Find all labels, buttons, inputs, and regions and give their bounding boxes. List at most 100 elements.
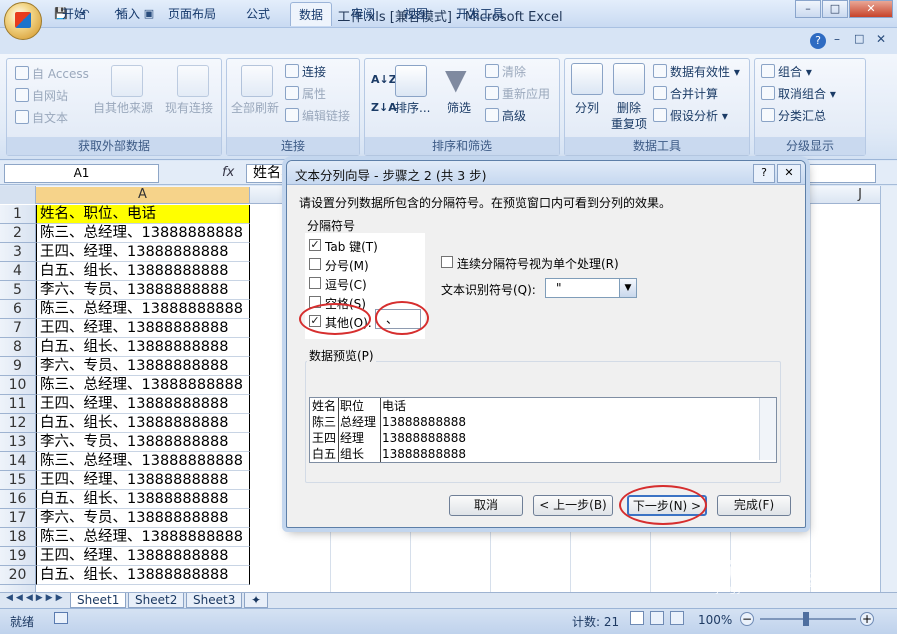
sort-button[interactable]: 排序... bbox=[395, 99, 430, 116]
row-header[interactable]: 2 bbox=[0, 224, 36, 243]
column-header-j[interactable]: J bbox=[850, 187, 870, 203]
ungroup-button[interactable]: 取消组合 ▾ bbox=[761, 85, 836, 102]
other-sources-button[interactable]: 自其他来源 bbox=[93, 99, 153, 116]
row-header[interactable]: 17 bbox=[0, 509, 36, 528]
row-header[interactable]: 7 bbox=[0, 319, 36, 338]
row-header[interactable]: 8 bbox=[0, 338, 36, 357]
sheet-nav-icons[interactable]: ◀◀◀▶▶▶ bbox=[6, 593, 66, 603]
other-delimiter-input[interactable]: 、 bbox=[375, 309, 421, 329]
sort-asc-icon[interactable]: A↓Z bbox=[371, 73, 397, 86]
ribbon-close-icon[interactable]: ✕ bbox=[876, 32, 886, 46]
row-header[interactable]: 13 bbox=[0, 433, 36, 452]
next-button[interactable]: 下一步(N) > bbox=[627, 495, 707, 516]
cell-a[interactable]: 王四、经理、13888888888 bbox=[36, 471, 250, 490]
cell-a[interactable]: 李六、专员、13888888888 bbox=[36, 509, 250, 528]
remove-duplicates-button[interactable]: 删除 bbox=[617, 99, 641, 116]
chevron-down-icon[interactable]: ▼ bbox=[619, 279, 636, 297]
row-header[interactable]: 1 bbox=[0, 205, 36, 224]
ribbon-restore-icon[interactable]: □ bbox=[854, 32, 864, 45]
cell-a[interactable]: 白五、组长、13888888888 bbox=[36, 566, 250, 585]
preview-scrollbar[interactable] bbox=[759, 398, 776, 460]
cell-a[interactable]: 陈三、总经理、13888888888 bbox=[36, 224, 250, 243]
page-break-view-icon[interactable] bbox=[670, 611, 684, 625]
zoom-level[interactable]: 100% bbox=[698, 613, 732, 627]
maximize-button[interactable]: □ bbox=[822, 0, 848, 18]
cell-a[interactable]: 陈三、总经理、13888888888 bbox=[36, 452, 250, 471]
refresh-all-button[interactable]: 全部刷新 bbox=[231, 99, 279, 116]
zoom-out-icon[interactable]: − bbox=[740, 612, 754, 626]
group-button[interactable]: 组合 ▾ bbox=[761, 63, 812, 80]
data-preview[interactable]: 姓名 职位 电话 陈三 总经理 13888888888 王四 经理 13888888888 白五组… bbox=[309, 397, 777, 463]
finish-button[interactable]: 完成(F) bbox=[717, 495, 791, 516]
cell-a[interactable]: 白五、组长、13888888888 bbox=[36, 490, 250, 509]
minimize-button[interactable]: – bbox=[795, 0, 821, 18]
sheet-tab-3[interactable]: Sheet3 bbox=[186, 593, 243, 608]
row-header[interactable]: 4 bbox=[0, 262, 36, 281]
select-all-corner[interactable] bbox=[0, 186, 36, 204]
vertical-scrollbar[interactable] bbox=[880, 186, 897, 592]
cell-a[interactable]: 陈三、总经理、13888888888 bbox=[36, 300, 250, 319]
back-button[interactable]: < 上一步(B) bbox=[533, 495, 613, 516]
row-header[interactable]: 3 bbox=[0, 243, 36, 262]
cell-a[interactable]: 李六、专员、13888888888 bbox=[36, 433, 250, 452]
cell-a[interactable]: 李六、专员、13888888888 bbox=[36, 281, 250, 300]
row-header[interactable]: 15 bbox=[0, 471, 36, 490]
qualifier-select[interactable]: " ▼ bbox=[545, 278, 637, 298]
text-to-columns-button[interactable]: 分列 bbox=[575, 99, 599, 116]
connections-button[interactable]: 连接 bbox=[285, 63, 326, 80]
cell-a[interactable]: 姓名、职位、电话 bbox=[36, 205, 250, 224]
close-button[interactable]: ✕ bbox=[849, 0, 893, 18]
close-icon[interactable]: ✕ bbox=[777, 164, 801, 183]
row-header[interactable]: 14 bbox=[0, 452, 36, 471]
row-header[interactable]: 20 bbox=[0, 566, 36, 585]
tab-formulas[interactable]: 公式 bbox=[238, 2, 278, 26]
fx-icon[interactable]: fx bbox=[222, 163, 242, 183]
tab-page-layout[interactable]: 页面布局 bbox=[160, 2, 224, 26]
cell-a[interactable]: 白五、组长、13888888888 bbox=[36, 414, 250, 433]
row-header[interactable]: 16 bbox=[0, 490, 36, 509]
tab-view[interactable]: 视图 bbox=[396, 2, 436, 26]
reapply-button[interactable]: 重新应用 bbox=[485, 85, 550, 102]
sort-desc-icon[interactable]: Z↓A bbox=[371, 101, 397, 114]
cell-a[interactable]: 陈三、总经理、13888888888 bbox=[36, 528, 250, 547]
data-validation-button[interactable]: 数据有效性 ▾ bbox=[653, 63, 740, 80]
row-header[interactable]: 19 bbox=[0, 547, 36, 566]
subtotal-button[interactable]: 分类汇总 bbox=[761, 107, 826, 124]
help-icon[interactable]: ? bbox=[810, 33, 826, 49]
page-layout-view-icon[interactable] bbox=[650, 611, 664, 625]
tab-checkbox[interactable]: ✓ bbox=[309, 239, 321, 251]
zoom-slider-thumb[interactable] bbox=[803, 612, 809, 626]
consolidate-button[interactable]: 合并计算 bbox=[653, 85, 718, 102]
cell-a[interactable]: 陈三、总经理、13888888888 bbox=[36, 376, 250, 395]
sheet-tab-2[interactable]: Sheet2 bbox=[128, 593, 185, 608]
cancel-button[interactable]: 取消 bbox=[449, 495, 523, 516]
zoom-in-icon[interactable]: + bbox=[860, 612, 874, 626]
edit-links-button[interactable]: 编辑链接 bbox=[285, 107, 350, 124]
cell-a[interactable]: 王四、经理、13888888888 bbox=[36, 319, 250, 338]
consecutive-checkbox[interactable] bbox=[441, 256, 453, 268]
column-header-a[interactable]: A bbox=[36, 187, 250, 203]
tab-developer[interactable]: 开发工具 bbox=[448, 2, 512, 26]
help-icon[interactable]: ? bbox=[753, 164, 775, 183]
normal-view-icon[interactable] bbox=[630, 611, 644, 625]
ribbon-minimize-icon[interactable]: – bbox=[834, 32, 840, 46]
other-checkbox[interactable]: ✓ bbox=[309, 315, 321, 327]
row-header[interactable]: 5 bbox=[0, 281, 36, 300]
row-header[interactable]: 18 bbox=[0, 528, 36, 547]
what-if-button[interactable]: 假设分析 ▾ bbox=[653, 107, 728, 124]
cell-a[interactable]: 王四、经理、13888888888 bbox=[36, 547, 250, 566]
tab-insert[interactable]: 插入 bbox=[108, 2, 148, 26]
filter-button[interactable]: 筛选 bbox=[447, 99, 471, 116]
row-header[interactable]: 10 bbox=[0, 376, 36, 395]
sheet-tab-1[interactable]: Sheet1 bbox=[70, 593, 127, 608]
from-text-button[interactable]: 自文本 bbox=[15, 109, 68, 126]
advanced-button[interactable]: 高级 bbox=[485, 107, 526, 124]
semicolon-checkbox[interactable] bbox=[309, 258, 321, 270]
from-web-button[interactable]: 自网站 bbox=[15, 87, 68, 104]
comma-checkbox[interactable] bbox=[309, 277, 321, 289]
clear-button[interactable]: 清除 bbox=[485, 63, 526, 80]
cell-a[interactable]: 王四、经理、13888888888 bbox=[36, 243, 250, 262]
tab-review[interactable]: 审阅 bbox=[343, 2, 383, 26]
existing-connections-button[interactable]: 现有连接 bbox=[165, 99, 213, 116]
row-header[interactable]: 6 bbox=[0, 300, 36, 319]
